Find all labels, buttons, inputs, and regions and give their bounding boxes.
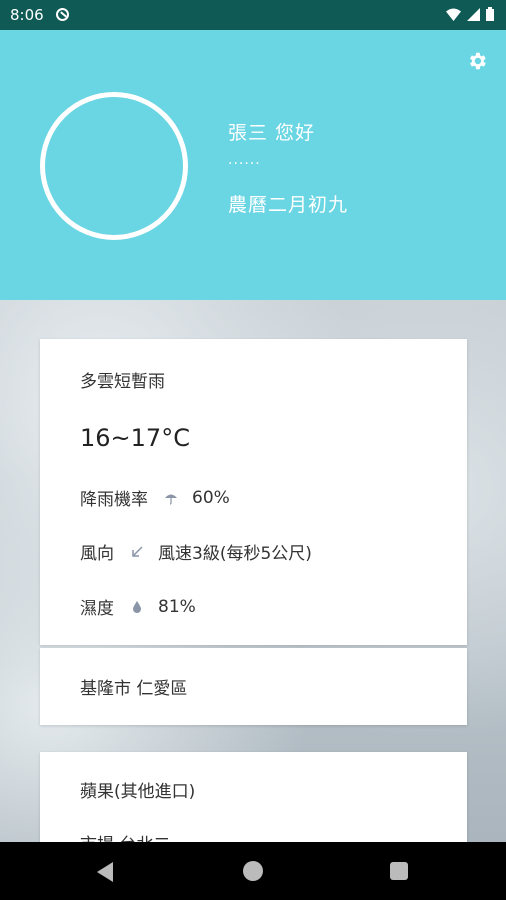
wind-direction-label: 風向 [80, 544, 114, 564]
lunar-date: 農曆二月初九 [228, 194, 349, 216]
status-time: 8:06 [10, 6, 44, 24]
humidity-label: 濕度 [80, 599, 114, 619]
weather-location: 基隆市 仁愛區 [80, 679, 188, 699]
do-not-disturb-icon [56, 8, 69, 21]
nav-recent-apps-icon[interactable] [390, 862, 408, 880]
weather-card[interactable]: 多雲短暫雨 16~17°C 降雨機率 60% 風向 風速3級(每秒5公尺) 濕度… [40, 339, 467, 645]
wifi-icon [446, 8, 461, 21]
user-greeting: 張三 您好 [228, 122, 316, 144]
rain-probability-value: 60% [192, 487, 230, 508]
umbrella-icon [165, 494, 177, 505]
profile-header: 張三 您好 ...... 農曆二月初九 [0, 30, 506, 300]
market-item-name: 蘋果(其他進口) [80, 782, 196, 802]
rain-probability-label: 降雨機率 [80, 490, 148, 510]
status-icons [446, 7, 494, 21]
settings-gear-icon[interactable] [466, 50, 488, 72]
market-price-card[interactable]: 蘋果(其他進口) 市場 台北二 [40, 752, 467, 855]
water-drop-icon [133, 600, 141, 613]
humidity-value: 81% [158, 596, 196, 617]
navigation-bar [0, 842, 506, 900]
temperature-range: 16~17°C [80, 424, 190, 452]
wind-speed-value: 風速3級(每秒5公尺) [158, 544, 312, 564]
status-bar: 8:06 [0, 0, 506, 30]
nav-home-icon[interactable] [243, 861, 263, 881]
avatar[interactable] [40, 92, 188, 240]
battery-icon [486, 7, 494, 21]
cellular-signal-icon [467, 7, 480, 21]
humidity-row: 濕度 81% [80, 594, 196, 620]
wind-row: 風向 風速3級(每秒5公尺) [80, 539, 312, 564]
wind-direction-arrow-icon [132, 545, 143, 557]
location-card[interactable]: 基隆市 仁愛區 [40, 648, 467, 725]
nav-back-icon[interactable] [97, 862, 113, 882]
greeting-dots: ...... [228, 152, 261, 168]
weather-condition: 多雲短暫雨 [80, 372, 165, 392]
rain-probability-row: 降雨機率 60% [80, 485, 230, 511]
